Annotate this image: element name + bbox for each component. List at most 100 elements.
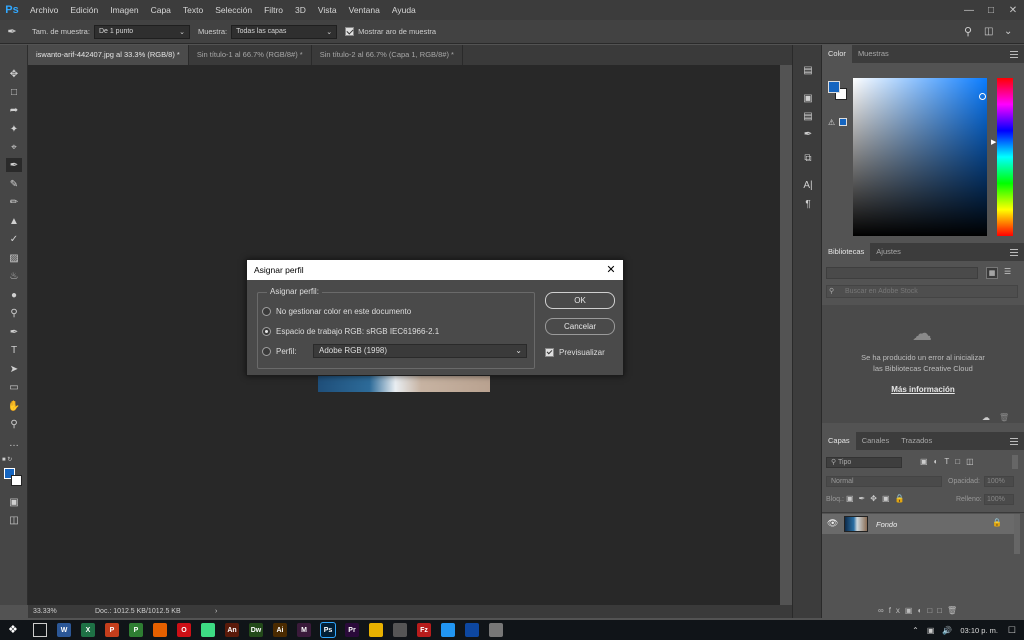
cancel-button[interactable]: Cancelar bbox=[545, 318, 615, 335]
web-safe-color-chip[interactable] bbox=[839, 118, 847, 126]
sample-size-select[interactable]: De 1 punto ⌄ bbox=[93, 24, 190, 39]
tab-document-2[interactable]: Sin título-1 al 66.7% (RGB/8#) * bbox=[189, 45, 312, 65]
layer-name[interactable]: Fondo bbox=[876, 520, 897, 529]
notifications-icon[interactable]: ☐ bbox=[1008, 625, 1016, 636]
menu-ventana[interactable]: Ventana bbox=[343, 0, 386, 20]
pen-tool-icon[interactable]: ✒ bbox=[6, 325, 22, 339]
filter-toggle[interactable] bbox=[1012, 455, 1018, 469]
firefox-icon[interactable] bbox=[153, 623, 167, 637]
brush-tool-icon[interactable]: ✏ bbox=[6, 195, 22, 209]
tab-document-3[interactable]: Sin título-2 al 66.7% (Capa 1, RGB/8#) * bbox=[312, 45, 463, 65]
lasso-tool-icon[interactable]: ➦ bbox=[6, 103, 22, 117]
status-menu-arrow[interactable]: › bbox=[215, 608, 217, 615]
hue-slider-handle[interactable]: ▶ bbox=[991, 138, 996, 146]
muse-icon[interactable]: M bbox=[297, 623, 311, 637]
eye-icon[interactable]: 👁 bbox=[827, 518, 838, 529]
clone-source-icon[interactable]: ⧉ bbox=[801, 151, 815, 165]
task-view-icon[interactable] bbox=[33, 623, 47, 637]
maximize-icon[interactable]: □ bbox=[980, 0, 1002, 20]
media-icon[interactable] bbox=[393, 623, 407, 637]
illustrator-icon[interactable]: Ai bbox=[273, 623, 287, 637]
menu-capa[interactable]: Capa bbox=[145, 0, 177, 20]
powerpoint-icon[interactable]: P bbox=[105, 623, 119, 637]
word-icon[interactable]: W bbox=[57, 623, 71, 637]
more-info-link[interactable]: Más información bbox=[822, 385, 1024, 394]
panel-menu-icon[interactable] bbox=[1010, 51, 1018, 58]
rectangle-tool-icon[interactable]: ▭ bbox=[6, 380, 22, 394]
sample-select[interactable]: Todas las capas ⌄ bbox=[231, 24, 338, 39]
quick-mask-icon[interactable]: ▣ bbox=[6, 495, 22, 509]
project-icon[interactable]: P bbox=[129, 623, 143, 637]
eyedropper-tool-icon[interactable]: ✒ bbox=[6, 158, 22, 172]
workspace-icon[interactable]: ◫ bbox=[984, 26, 1004, 37]
excel-icon[interactable]: X bbox=[81, 623, 95, 637]
background-color-swatch[interactable] bbox=[11, 475, 22, 486]
layers-scrollbar[interactable] bbox=[1014, 514, 1020, 554]
panel-menu-icon[interactable] bbox=[1010, 249, 1018, 256]
marquee-tool-icon[interactable]: □ bbox=[6, 85, 22, 99]
show-ring-checkbox[interactable] bbox=[345, 27, 355, 36]
opacity-input[interactable]: 100% bbox=[984, 476, 1014, 487]
app-misc-icon[interactable] bbox=[489, 623, 503, 637]
layers-footer-icons[interactable]: ∞fx▣◐□□🗑 bbox=[878, 606, 962, 615]
workspace-menu-icon[interactable]: ⌄ bbox=[1004, 26, 1024, 37]
fill-input[interactable]: 100% bbox=[984, 494, 1014, 505]
app-files-icon[interactable] bbox=[465, 623, 479, 637]
history-brush-tool-icon[interactable]: ✓ bbox=[6, 232, 22, 246]
trash-icon[interactable]: 🗑 bbox=[999, 413, 1009, 422]
tab-muestras[interactable]: Muestras bbox=[852, 45, 895, 63]
blend-mode-select[interactable]: Normal bbox=[826, 476, 942, 487]
premiere-icon[interactable]: Pr bbox=[345, 623, 359, 637]
layer-filter-icons[interactable]: ▣◐T□◫ bbox=[920, 457, 980, 466]
option-profile-label[interactable]: Perfil: bbox=[276, 347, 296, 356]
dreamweaver-icon[interactable]: Dw bbox=[249, 623, 263, 637]
windows-start-icon[interactable]: ❖ bbox=[8, 623, 22, 637]
move-tool-icon[interactable]: ✥ bbox=[6, 67, 22, 81]
character-icon[interactable]: A| bbox=[801, 178, 815, 192]
clone-stamp-tool-icon[interactable]: ▲ bbox=[6, 214, 22, 228]
preview-label[interactable]: Previsualizar bbox=[559, 348, 605, 357]
list-view-icon[interactable]: ☰ bbox=[1004, 267, 1016, 279]
tab-canales[interactable]: Canales bbox=[856, 432, 896, 450]
panel-menu-icon[interactable] bbox=[1010, 438, 1018, 445]
more-tools-icon[interactable]: … bbox=[6, 436, 22, 450]
radio-working-space[interactable] bbox=[262, 327, 271, 336]
lock-icons[interactable]: ▣✒✥▣🔒 bbox=[846, 494, 909, 503]
lock-icon[interactable]: 🔒 bbox=[992, 518, 1002, 527]
menu-texto[interactable]: Texto bbox=[177, 0, 209, 20]
healing-brush-tool-icon[interactable]: ✎ bbox=[6, 177, 22, 191]
tab-document-1[interactable]: iswanto-arif-442407.jpg al 33.3% (RGB/8)… bbox=[28, 45, 189, 65]
eyedropper-tool-preset-icon[interactable]: ✒ bbox=[0, 20, 24, 44]
layer-filter-select[interactable]: ⚲ Tipo bbox=[826, 457, 902, 468]
brush-settings-icon[interactable]: ✒ bbox=[801, 127, 815, 141]
menu-filtro[interactable]: Filtro bbox=[258, 0, 289, 20]
menu-imagen[interactable]: Imagen bbox=[104, 0, 144, 20]
hand-tool-icon[interactable]: ✋ bbox=[6, 399, 22, 413]
adjust-icon[interactable]: ▤ bbox=[801, 109, 815, 123]
eraser-tool-icon[interactable]: ▨ bbox=[6, 251, 22, 265]
option-no-color-management-label[interactable]: No gestionar color en este documento bbox=[276, 307, 411, 316]
minimize-icon[interactable]: — bbox=[958, 0, 980, 20]
properties-icon[interactable]: ▣ bbox=[801, 91, 815, 105]
tab-bibliotecas[interactable]: Bibliotecas bbox=[822, 243, 871, 261]
quick-select-tool-icon[interactable]: ✦ bbox=[6, 122, 22, 136]
photoshop-icon[interactable]: Ps bbox=[320, 622, 336, 638]
volume-icon[interactable]: 🔊 bbox=[942, 626, 952, 635]
clock[interactable]: 03:10 p. m. bbox=[960, 626, 998, 635]
grid-view-icon[interactable]: ▦ bbox=[986, 267, 998, 279]
network-icon[interactable]: ▣ bbox=[927, 626, 935, 635]
menu-ayuda[interactable]: Ayuda bbox=[386, 0, 422, 20]
paint-bucket-tool-icon[interactable]: ♨ bbox=[6, 269, 22, 283]
menu-vista[interactable]: Vista bbox=[312, 0, 343, 20]
dodge-tool-icon[interactable]: ⚲ bbox=[6, 306, 22, 320]
library-search-input[interactable]: Buscar en Adobe Stock bbox=[826, 285, 1018, 298]
crop-tool-icon[interactable]: ⌖ bbox=[6, 140, 22, 154]
type-tool-icon[interactable]: T bbox=[6, 343, 22, 357]
path-selection-tool-icon[interactable]: ➤ bbox=[6, 362, 22, 376]
hue-slider[interactable] bbox=[997, 78, 1013, 236]
cc-sync-icon[interactable]: ☁ bbox=[982, 413, 990, 422]
menu-seleccion[interactable]: Selección bbox=[209, 0, 258, 20]
color-field[interactable] bbox=[853, 78, 987, 236]
animate-icon[interactable]: An bbox=[225, 623, 239, 637]
preview-checkbox[interactable] bbox=[545, 348, 554, 357]
